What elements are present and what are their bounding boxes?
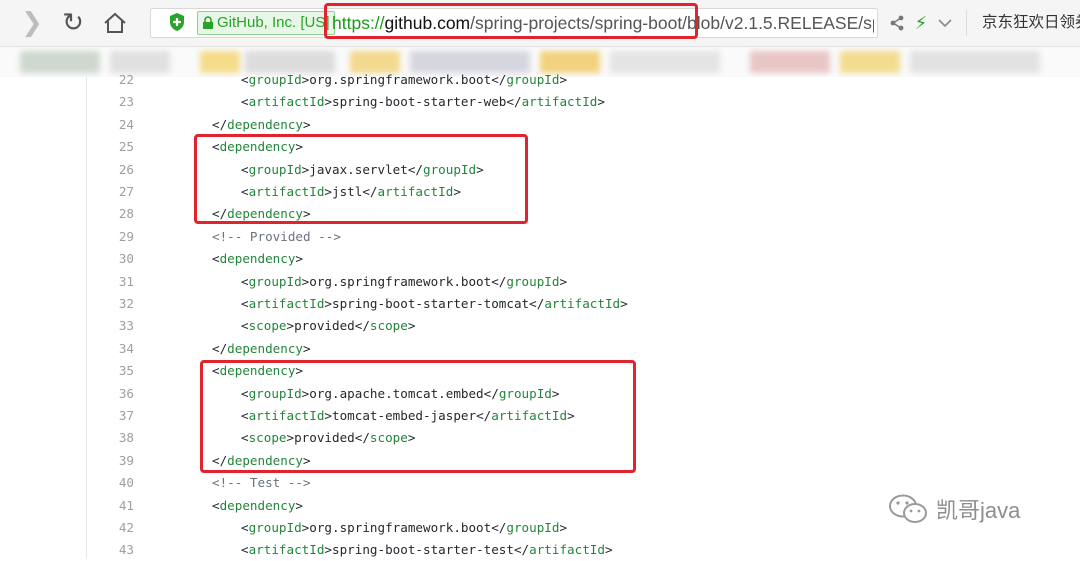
blurred-bookmark[interactable] bbox=[750, 51, 830, 73]
line-number: 43 bbox=[118, 542, 134, 558]
code-text: <scope>provided</scope> bbox=[241, 318, 416, 334]
line-number: 23 bbox=[118, 94, 134, 110]
highlight-box-jstl bbox=[194, 134, 528, 224]
line-number: 38 bbox=[118, 430, 134, 446]
code-text: <groupId>org.springframework.boot</group… bbox=[241, 520, 568, 535]
line-number: 33 bbox=[118, 318, 134, 334]
line-number: 31 bbox=[118, 273, 134, 289]
toolbar-divider bbox=[966, 10, 967, 36]
code-text: <!-- Provided --> bbox=[212, 228, 341, 244]
line-number: 40 bbox=[118, 475, 134, 491]
certificate-label: GitHub, Inc. [US] bbox=[217, 14, 330, 31]
line-number: 34 bbox=[118, 340, 134, 356]
blurred-bookmark[interactable] bbox=[840, 51, 900, 73]
line-number: 32 bbox=[118, 296, 134, 311]
line-number: 25 bbox=[118, 139, 134, 155]
code-text: <dependency> bbox=[212, 251, 304, 267]
share-icon[interactable] bbox=[886, 8, 908, 38]
gutter-divider bbox=[86, 77, 87, 559]
chevron-down-icon[interactable] bbox=[934, 8, 956, 38]
line-number: 35 bbox=[118, 363, 134, 379]
line-number: 28 bbox=[118, 206, 134, 222]
certificate-badge[interactable]: GitHub, Inc. [US] bbox=[197, 11, 335, 35]
blurred-bookmark[interactable] bbox=[20, 51, 100, 73]
watermark-text: 凯哥java bbox=[936, 498, 1021, 523]
code-text: </dependency> bbox=[212, 116, 311, 132]
url-highlight-box bbox=[324, 3, 698, 39]
code-text: <artifactId>spring-boot-starter-test</ar… bbox=[241, 542, 613, 558]
line-number: 37 bbox=[118, 408, 134, 423]
line-number: 42 bbox=[118, 520, 134, 535]
home-icon[interactable] bbox=[100, 8, 130, 38]
shield-icon bbox=[168, 12, 186, 32]
wechat-icon bbox=[889, 494, 927, 523]
line-number: 24 bbox=[118, 116, 134, 132]
code-text: <groupId>org.springframework.boot</group… bbox=[241, 72, 568, 87]
line-number: 26 bbox=[118, 161, 134, 177]
line-number: 22 bbox=[118, 72, 134, 87]
line-number: 30 bbox=[118, 251, 134, 267]
line-number: 29 bbox=[118, 228, 134, 244]
code-text: </dependency> bbox=[212, 340, 311, 356]
blurred-bookmark[interactable] bbox=[610, 51, 720, 73]
watermark: 凯哥java bbox=[888, 491, 1020, 527]
code-text: <artifactId>spring-boot-starter-tomcat</… bbox=[241, 296, 628, 311]
line-number: 36 bbox=[118, 385, 134, 401]
code-text: <artifactId>spring-boot-starter-web</art… bbox=[241, 94, 605, 110]
line-number: 27 bbox=[118, 184, 134, 199]
line-number: 39 bbox=[118, 452, 134, 468]
blurred-bookmark[interactable] bbox=[910, 51, 1040, 73]
bolt-icon[interactable]: ⚡ bbox=[910, 8, 932, 38]
code-view: 22 <groupId>org.springframework.boot</gro… bbox=[0, 72, 1080, 559]
back-icon[interactable]: ❯ bbox=[20, 8, 44, 38]
code-text: <dependency> bbox=[212, 497, 304, 513]
code-text: <!-- Test --> bbox=[212, 475, 311, 491]
blurred-bookmark[interactable] bbox=[200, 51, 240, 73]
promo-link[interactable]: 京东狂欢日领券 bbox=[982, 8, 1080, 38]
code-text: <groupId>org.springframework.boot</group… bbox=[241, 273, 568, 289]
browser-toolbar: ❯ ↻ GitHub, Inc. [US] https://github.com… bbox=[0, 0, 1080, 47]
lock-icon bbox=[203, 16, 213, 29]
reload-icon[interactable]: ↻ bbox=[58, 8, 88, 38]
line-number: 41 bbox=[118, 497, 134, 513]
highlight-box-jasper bbox=[200, 360, 636, 473]
